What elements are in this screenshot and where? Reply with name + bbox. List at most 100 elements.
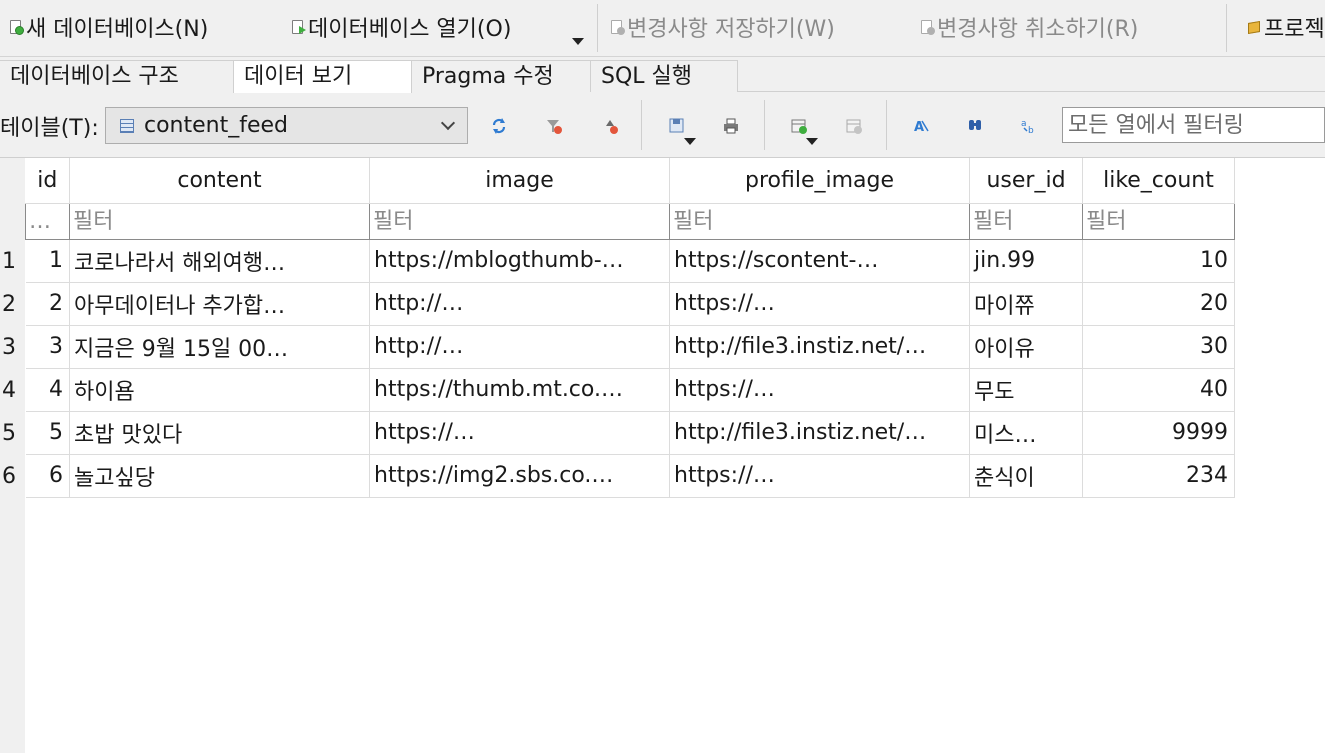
find-replace-icon[interactable]: ab <box>1020 117 1038 136</box>
clear-sorting-icon[interactable] <box>602 117 620 135</box>
cell-like-count[interactable]: 30 <box>1082 325 1235 369</box>
open-database-button[interactable]: 데이터베이스 열기(O) <box>290 10 511 44</box>
cell-id[interactable]: 5 <box>25 411 70 455</box>
cell-profile-image[interactable]: https://… <box>669 282 970 326</box>
filter-like-count-input[interactable] <box>1083 204 1234 238</box>
table-row[interactable]: 4 하이욤 https://thumb.mt.co.… https://… 무도… <box>25 368 1235 412</box>
cell-id[interactable]: 1 <box>25 239 70 283</box>
cell-image[interactable]: https://thumb.mt.co.… <box>369 368 670 412</box>
column-header-row: id content image profile_image user_id l… <box>25 158 1235 204</box>
row-header[interactable]: 1 <box>0 240 25 283</box>
cell-content[interactable]: 지금은 9월 15일 00… <box>69 325 370 369</box>
cell-like-count[interactable]: 10 <box>1082 239 1235 283</box>
project-label: 프로젝 <box>1264 17 1325 42</box>
cell-content[interactable]: 놀고싶당 <box>69 454 370 498</box>
table-row[interactable]: 2 아무데이터나 추가합… http://… https://… 마이쮸 20 <box>25 282 1235 326</box>
cell-content[interactable]: 코로나라서 해외여행… <box>69 239 370 283</box>
cell-user-id[interactable]: jin.99 <box>969 239 1083 283</box>
main-toolbar: 새 데이터베이스(N) 데이터베이스 열기(O) 변경사항 저장하기(W) 변경… <box>0 0 1325 57</box>
cell-image[interactable]: https://… <box>369 411 670 455</box>
project-icon <box>1246 19 1262 35</box>
tab-browse-data[interactable]: 데이터 보기 <box>233 60 412 93</box>
table-label: 테이블(T): <box>0 116 99 141</box>
column-header-profile-image[interactable]: profile_image <box>669 158 970 204</box>
new-database-button[interactable]: 새 데이터베이스(N) <box>8 10 208 44</box>
filter-user-id-input[interactable] <box>970 204 1082 238</box>
insert-record-dropdown-icon[interactable] <box>806 138 818 145</box>
cell-profile-image[interactable]: http://file3.instiz.net/… <box>669 411 970 455</box>
cell-like-count[interactable]: 20 <box>1082 282 1235 326</box>
cell-user-id[interactable]: 춘식이 <box>969 454 1083 498</box>
table-row[interactable]: 5 초밥 맛있다 https://… http://file3.instiz.n… <box>25 411 1235 455</box>
svg-text:a: a <box>1021 119 1027 129</box>
column-header-image[interactable]: image <box>369 158 670 204</box>
toolbar-separator <box>886 100 887 150</box>
new-database-label: 새 데이터베이스(N) <box>26 17 209 42</box>
text-format-icon[interactable]: A <box>912 117 930 135</box>
cell-id[interactable]: 2 <box>25 282 70 326</box>
cell-like-count[interactable]: 9999 <box>1082 411 1235 455</box>
row-header[interactable]: 3 <box>0 326 25 369</box>
row-header[interactable]: 4 <box>0 369 25 412</box>
save-table-dropdown-icon[interactable] <box>684 138 696 145</box>
open-database-dropdown-icon[interactable] <box>572 38 584 45</box>
cell-content[interactable]: 초밥 맛있다 <box>69 411 370 455</box>
table-row[interactable]: 6 놀고싶당 https://img2.sbs.co.… https://… 춘… <box>25 454 1235 498</box>
cell-profile-image[interactable]: https://scontent-… <box>669 239 970 283</box>
toolbar-separator <box>1226 4 1227 52</box>
cell-image[interactable]: http://… <box>369 325 670 369</box>
filter-content-input[interactable] <box>70 204 369 238</box>
cell-profile-image[interactable]: http://file3.instiz.net/… <box>669 325 970 369</box>
find-icon[interactable] <box>966 117 984 135</box>
row-header[interactable]: 2 <box>0 283 25 326</box>
filter-profile-image-input[interactable] <box>670 204 969 238</box>
cell-profile-image[interactable]: https://… <box>669 454 970 498</box>
write-changes-button[interactable]: 변경사항 저장하기(W) <box>609 10 835 44</box>
project-button[interactable]: 프로젝 <box>1246 10 1325 44</box>
save-table-icon[interactable] <box>668 117 686 135</box>
filter-all-columns-input[interactable] <box>1062 107 1325 143</box>
cell-like-count[interactable]: 40 <box>1082 368 1235 412</box>
data-grid: 1 2 3 4 5 6 id content image profile_ima… <box>0 158 1325 753</box>
refresh-icon[interactable] <box>490 117 508 135</box>
cell-image[interactable]: http://… <box>369 282 670 326</box>
cell-content[interactable]: 하이욤 <box>69 368 370 412</box>
column-header-id[interactable]: id <box>25 158 70 204</box>
table-select[interactable]: content_feed <box>105 107 468 144</box>
filter-row <box>25 202 1235 240</box>
delete-record-icon[interactable] <box>845 117 863 135</box>
insert-record-icon[interactable] <box>790 117 808 135</box>
open-database-icon <box>290 19 306 35</box>
write-changes-icon <box>609 19 625 35</box>
tab-database-structure[interactable]: 데이터베이스 구조 <box>0 60 234 92</box>
cell-image[interactable]: https://img2.sbs.co.… <box>369 454 670 498</box>
cell-user-id[interactable]: 아이유 <box>969 325 1083 369</box>
print-icon[interactable] <box>722 117 740 135</box>
table-icon <box>120 118 134 133</box>
cell-content[interactable]: 아무데이터나 추가합… <box>69 282 370 326</box>
row-header[interactable]: 5 <box>0 412 25 455</box>
cell-id[interactable]: 4 <box>25 368 70 412</box>
cell-like-count[interactable]: 234 <box>1082 454 1235 498</box>
tab-edit-pragmas[interactable]: Pragma 수정 <box>411 60 591 92</box>
revert-changes-button[interactable]: 변경사항 취소하기(R) <box>919 10 1138 44</box>
column-header-user-id[interactable]: user_id <box>969 158 1083 204</box>
cell-profile-image[interactable]: https://… <box>669 368 970 412</box>
clear-filters-icon[interactable] <box>545 117 563 135</box>
cell-id[interactable]: 3 <box>25 325 70 369</box>
cell-image[interactable]: https://mblogthumb-… <box>369 239 670 283</box>
column-header-like-count[interactable]: like_count <box>1082 158 1235 204</box>
table-row[interactable]: 1 코로나라서 해외여행… https://mblogthumb-… https… <box>25 239 1235 283</box>
table-row[interactable]: 3 지금은 9월 15일 00… http://… http://file3.i… <box>25 325 1235 369</box>
cell-id[interactable]: 6 <box>25 454 70 498</box>
row-header[interactable]: 6 <box>0 455 25 498</box>
filter-image-input[interactable] <box>370 204 669 238</box>
cell-user-id[interactable]: 미스… <box>969 411 1083 455</box>
cell-user-id[interactable]: 무도 <box>969 368 1083 412</box>
filter-id-input[interactable] <box>26 204 69 238</box>
tab-execute-sql[interactable]: SQL 실행 <box>590 60 738 92</box>
records-table: id content image profile_image user_id l… <box>25 158 1235 498</box>
cell-user-id[interactable]: 마이쮸 <box>969 282 1083 326</box>
column-header-content[interactable]: content <box>69 158 370 204</box>
toolbar-separator <box>641 100 642 150</box>
